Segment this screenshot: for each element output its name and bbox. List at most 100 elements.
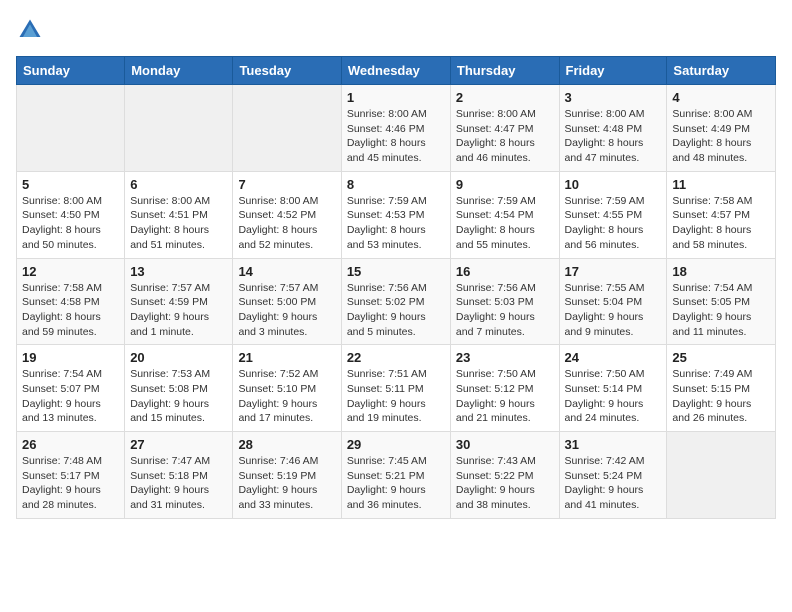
calendar-week-5: 26Sunrise: 7:48 AM Sunset: 5:17 PM Dayli… [17, 432, 776, 519]
day-header-saturday: Saturday [667, 57, 776, 85]
day-info: Sunrise: 8:00 AM Sunset: 4:51 PM Dayligh… [130, 194, 227, 253]
calendar-cell: 30 Sunrise: 7:43 AM Sunset: 5:22 PM Dayli… [450, 432, 559, 519]
day-number: 23 [456, 350, 554, 365]
day-info: Sunrise: 7:55 AM Sunset: 5:04 PM Dayligh… [565, 281, 662, 340]
day-info: Sunrise: 7:50 AM Sunset: 5:14 PM Dayligh… [565, 367, 662, 426]
day-info: Sunrise: 8:00 AM Sunset: 4:50 PM Dayligh… [22, 194, 119, 253]
day-number: 30 [456, 437, 554, 452]
day-number: 6 [130, 177, 227, 192]
day-number: 3 [565, 90, 662, 105]
calendar-cell: 25 Sunrise: 7:49 AM Sunset: 5:15 PM Dayli… [667, 345, 776, 432]
day-info: Sunrise: 7:54 AM Sunset: 5:07 PM Dayligh… [22, 367, 119, 426]
calendar-week-4: 19 Sunrise: 7:54 AM Sunset: 5:07 PM Dayli… [17, 345, 776, 432]
calendar-cell: 24 Sunrise: 7:50 AM Sunset: 5:14 PM Dayli… [559, 345, 667, 432]
calendar-cell [233, 85, 341, 172]
calendar-cell: 12 Sunrise: 7:58 AM Sunset: 4:58 PM Dayli… [17, 258, 125, 345]
calendar-week-3: 12 Sunrise: 7:58 AM Sunset: 4:58 PM Dayli… [17, 258, 776, 345]
day-number: 16 [456, 264, 554, 279]
day-info: Sunrise: 8:00 AM Sunset: 4:47 PM Dayligh… [456, 107, 554, 166]
calendar-cell: 4Sunrise: 8:00 AM Sunset: 4:49 PM Daylig… [667, 85, 776, 172]
day-number: 5 [22, 177, 119, 192]
calendar-cell: 20 Sunrise: 7:53 AM Sunset: 5:08 PM Dayli… [125, 345, 233, 432]
day-info: Sunrise: 8:00 AM Sunset: 4:48 PM Dayligh… [565, 107, 662, 166]
day-number: 8 [347, 177, 445, 192]
day-info: Sunrise: 7:49 AM Sunset: 5:15 PM Dayligh… [672, 367, 770, 426]
calendar-cell: 27 Sunrise: 7:47 AM Sunset: 5:18 PM Dayli… [125, 432, 233, 519]
day-number: 26 [22, 437, 119, 452]
day-number: 25 [672, 350, 770, 365]
day-number: 12 [22, 264, 119, 279]
calendar-cell: 3 Sunrise: 8:00 AM Sunset: 4:48 PM Daylig… [559, 85, 667, 172]
day-info: Sunrise: 7:58 AM Sunset: 4:58 PM Dayligh… [22, 281, 119, 340]
calendar-cell: 21 Sunrise: 7:52 AM Sunset: 5:10 PM Dayli… [233, 345, 341, 432]
calendar-cell: 31 Sunrise: 7:42 AM Sunset: 5:24 PM Dayli… [559, 432, 667, 519]
calendar-cell [667, 432, 776, 519]
calendar-cell: 15 Sunrise: 7:56 AM Sunset: 5:02 PM Dayli… [341, 258, 450, 345]
day-number: 13 [130, 264, 227, 279]
day-number: 28 [238, 437, 335, 452]
day-info: Sunrise: 7:59 AM Sunset: 4:54 PM Dayligh… [456, 194, 554, 253]
calendar-cell: 29 Sunrise: 7:45 AM Sunset: 5:21 PM Dayli… [341, 432, 450, 519]
calendar-cell: 17 Sunrise: 7:55 AM Sunset: 5:04 PM Dayli… [559, 258, 667, 345]
day-number: 31 [565, 437, 662, 452]
day-number: 21 [238, 350, 335, 365]
calendar-week-2: 5 Sunrise: 8:00 AM Sunset: 4:50 PM Daylig… [17, 171, 776, 258]
logo-icon [16, 16, 44, 44]
day-info: Sunrise: 7:59 AM Sunset: 4:55 PM Dayligh… [565, 194, 662, 253]
day-number: 1 [347, 90, 445, 105]
calendar-cell [125, 85, 233, 172]
calendar-cell: 5 Sunrise: 8:00 AM Sunset: 4:50 PM Daylig… [17, 171, 125, 258]
day-number: 9 [456, 177, 554, 192]
calendar-cell: 16 Sunrise: 7:56 AM Sunset: 5:03 PM Dayli… [450, 258, 559, 345]
day-info: Sunrise: 7:42 AM Sunset: 5:24 PM Dayligh… [565, 454, 662, 513]
day-number: 2 [456, 90, 554, 105]
day-number: 19 [22, 350, 119, 365]
calendar-cell: 13 Sunrise: 7:57 AM Sunset: 4:59 PM Dayli… [125, 258, 233, 345]
day-header-monday: Monday [125, 57, 233, 85]
day-info: Sunrise: 7:57 AM Sunset: 5:00 PM Dayligh… [238, 281, 335, 340]
calendar-cell: 11 Sunrise: 7:58 AM Sunset: 4:57 PM Dayli… [667, 171, 776, 258]
day-info: Sunrise: 7:59 AM Sunset: 4:53 PM Dayligh… [347, 194, 445, 253]
day-number: 11 [672, 177, 770, 192]
calendar-cell [17, 85, 125, 172]
day-header-tuesday: Tuesday [233, 57, 341, 85]
calendar-week-1: 1Sunrise: 8:00 AM Sunset: 4:46 PM Daylig… [17, 85, 776, 172]
day-info: Sunrise: 7:47 AM Sunset: 5:18 PM Dayligh… [130, 454, 227, 513]
day-info: Sunrise: 7:50 AM Sunset: 5:12 PM Dayligh… [456, 367, 554, 426]
day-info: Sunrise: 7:46 AM Sunset: 5:19 PM Dayligh… [238, 454, 335, 513]
day-info: Sunrise: 7:56 AM Sunset: 5:02 PM Dayligh… [347, 281, 445, 340]
day-number: 10 [565, 177, 662, 192]
calendar-cell: 8 Sunrise: 7:59 AM Sunset: 4:53 PM Daylig… [341, 171, 450, 258]
day-header-wednesday: Wednesday [341, 57, 450, 85]
day-number: 18 [672, 264, 770, 279]
day-info: Sunrise: 8:00 AM Sunset: 4:49 PM Dayligh… [672, 107, 770, 166]
day-header-friday: Friday [559, 57, 667, 85]
day-number: 17 [565, 264, 662, 279]
day-info: Sunrise: 8:00 AM Sunset: 4:52 PM Dayligh… [238, 194, 335, 253]
day-number: 24 [565, 350, 662, 365]
page-header [16, 16, 776, 44]
calendar-header-row: SundayMondayTuesdayWednesdayThursdayFrid… [17, 57, 776, 85]
calendar-cell: 18Sunrise: 7:54 AM Sunset: 5:05 PM Dayli… [667, 258, 776, 345]
calendar-cell: 2 Sunrise: 8:00 AM Sunset: 4:47 PM Daylig… [450, 85, 559, 172]
day-header-sunday: Sunday [17, 57, 125, 85]
calendar-cell: 1Sunrise: 8:00 AM Sunset: 4:46 PM Daylig… [341, 85, 450, 172]
day-number: 29 [347, 437, 445, 452]
day-number: 27 [130, 437, 227, 452]
calendar-cell: 14 Sunrise: 7:57 AM Sunset: 5:00 PM Dayli… [233, 258, 341, 345]
day-info: Sunrise: 7:43 AM Sunset: 5:22 PM Dayligh… [456, 454, 554, 513]
day-info: Sunrise: 7:57 AM Sunset: 4:59 PM Dayligh… [130, 281, 227, 340]
calendar-cell: 10 Sunrise: 7:59 AM Sunset: 4:55 PM Dayli… [559, 171, 667, 258]
calendar-cell: 7Sunrise: 8:00 AM Sunset: 4:52 PM Daylig… [233, 171, 341, 258]
day-info: Sunrise: 7:56 AM Sunset: 5:03 PM Dayligh… [456, 281, 554, 340]
calendar-cell: 23 Sunrise: 7:50 AM Sunset: 5:12 PM Dayli… [450, 345, 559, 432]
day-number: 20 [130, 350, 227, 365]
day-number: 15 [347, 264, 445, 279]
day-number: 14 [238, 264, 335, 279]
day-number: 22 [347, 350, 445, 365]
day-info: Sunrise: 7:52 AM Sunset: 5:10 PM Dayligh… [238, 367, 335, 426]
day-info: Sunrise: 7:53 AM Sunset: 5:08 PM Dayligh… [130, 367, 227, 426]
day-info: Sunrise: 7:45 AM Sunset: 5:21 PM Dayligh… [347, 454, 445, 513]
day-info: Sunrise: 7:51 AM Sunset: 5:11 PM Dayligh… [347, 367, 445, 426]
day-info: Sunrise: 7:58 AM Sunset: 4:57 PM Dayligh… [672, 194, 770, 253]
